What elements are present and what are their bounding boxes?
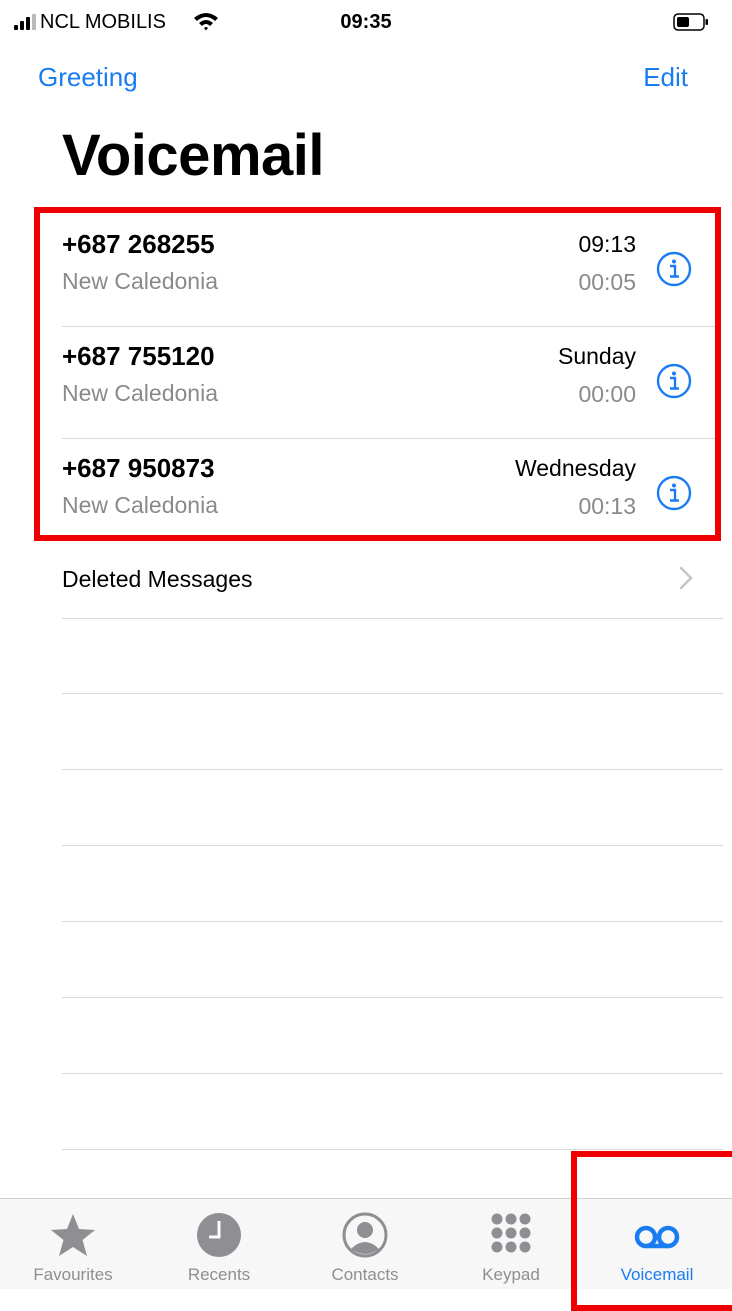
highlight-box-voicemail-tab — [571, 1151, 732, 1311]
page-title: Voicemail — [62, 123, 325, 188]
highlight-box-voicemails — [34, 207, 721, 541]
list-divider — [62, 1073, 723, 1074]
edit-button[interactable]: Edit — [643, 62, 688, 93]
tab-keypad[interactable]: Keypad — [438, 1199, 584, 1289]
list-divider — [62, 997, 723, 998]
tab-label: Favourites — [33, 1265, 113, 1284]
list-divider — [62, 921, 723, 922]
list-divider — [62, 693, 723, 694]
tab-contacts[interactable]: Contacts — [292, 1199, 438, 1289]
tab-label: Keypad — [482, 1265, 540, 1284]
person-circle-icon — [342, 1212, 388, 1258]
list-divider — [62, 618, 723, 619]
tab-label: Recents — [187, 1265, 251, 1284]
tab-favourites[interactable]: Favourites — [0, 1199, 146, 1289]
battery-icon — [673, 13, 708, 31]
deleted-messages-label: Deleted Messages — [62, 566, 253, 592]
star-icon — [51, 1214, 95, 1256]
greeting-button[interactable]: Greeting — [38, 62, 138, 93]
deleted-messages-row[interactable]: Deleted Messages — [62, 550, 723, 618]
keypad-icon — [491, 1213, 531, 1253]
list-divider — [62, 845, 723, 846]
tab-label: Contacts — [331, 1265, 399, 1284]
list-divider — [62, 769, 723, 770]
status-time: 09:35 — [340, 11, 392, 33]
list-divider — [62, 1149, 723, 1150]
tab-recents[interactable]: Recents — [146, 1199, 292, 1289]
clock-icon — [197, 1213, 241, 1257]
status-bar: NCL MOBILIS 09:35 — [0, 0, 732, 46]
chevron-right-icon — [679, 566, 693, 590]
